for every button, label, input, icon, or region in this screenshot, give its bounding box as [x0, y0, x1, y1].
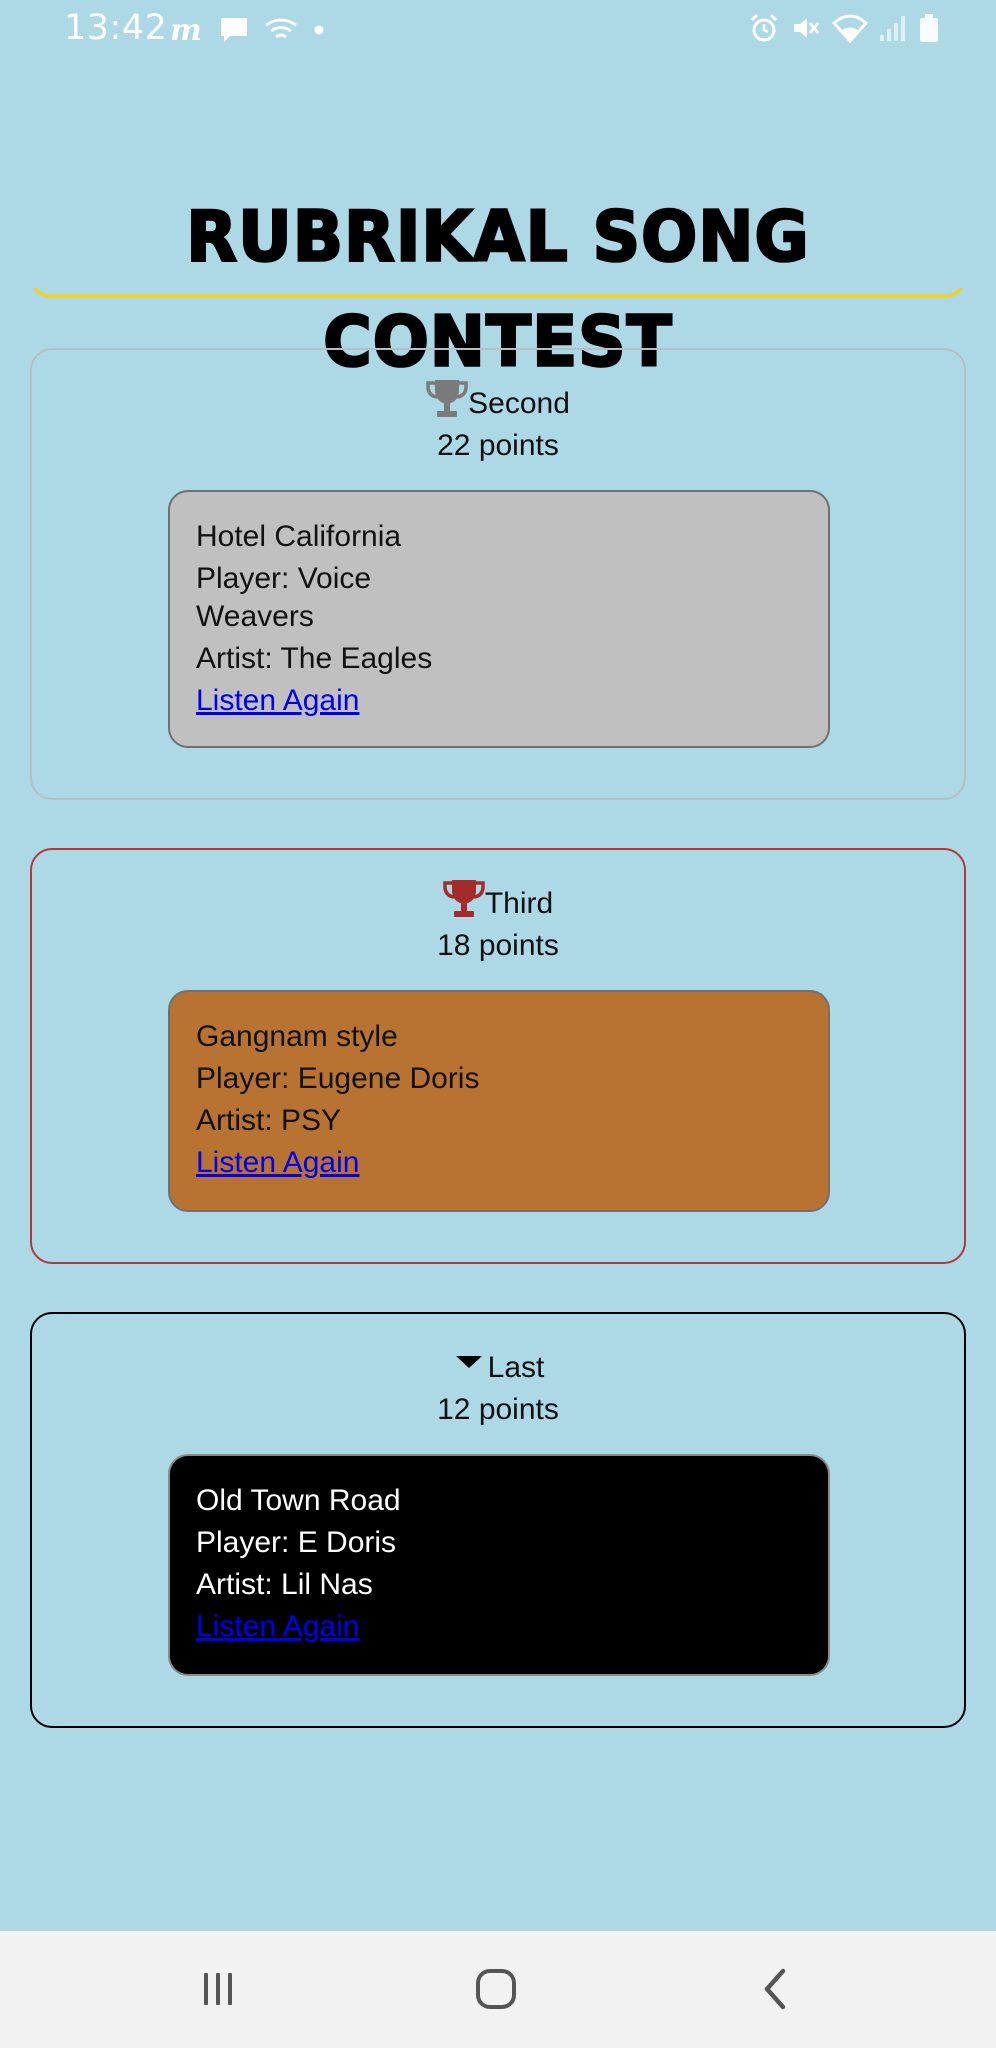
wifi-share-icon — [264, 15, 298, 45]
rank-card-third: Third 18 points Gangnam style Player: Eu… — [30, 848, 966, 1264]
points-value: 18 points — [437, 929, 559, 962]
back-button[interactable] — [746, 1963, 806, 2019]
wifi-icon — [832, 13, 868, 43]
song-player: Player: Voice Weavers — [196, 562, 372, 633]
recent-apps-icon — [198, 1969, 238, 2013]
rank-header: Second 22 points — [32, 378, 964, 466]
messenger-app-icon: m — [168, 12, 204, 48]
rank-label: Last — [487, 1351, 545, 1384]
battery-icon — [918, 12, 940, 44]
song-card: Gangnam style Player: Eugene Doris Artis… — [168, 990, 830, 1212]
dot-icon — [312, 23, 326, 37]
back-icon — [756, 1967, 796, 2015]
alarm-icon — [748, 12, 780, 44]
points-value: 22 points — [437, 429, 559, 462]
svg-text:m: m — [170, 13, 202, 48]
song-artist: Artist: The Eagles — [196, 642, 433, 675]
title-section: RUBRIKAL SONG CONTEST — [30, 190, 966, 384]
song-title: Old Town Road — [196, 1484, 401, 1517]
status-time: 13:42 — [64, 8, 168, 48]
points-value: 12 points — [437, 1393, 559, 1426]
rank-label: Second — [468, 387, 570, 420]
status-right-icons — [748, 12, 940, 44]
chat-icon — [218, 14, 250, 46]
recent-apps-button[interactable] — [188, 1963, 248, 2019]
rank-card-last: Last 12 points Old Town Road Player: E D… — [30, 1312, 966, 1728]
rank-card-second: Second 22 points Hotel California Player… — [30, 348, 966, 800]
song-title: Hotel California — [196, 520, 402, 553]
listen-again-link[interactable]: Listen Again — [196, 1142, 359, 1184]
trophy-icon — [443, 878, 485, 926]
song-title: Gangnam style — [196, 1020, 398, 1053]
listen-again-link[interactable]: Listen Again — [196, 1606, 359, 1648]
home-button[interactable] — [466, 1963, 526, 2019]
song-card: Hotel California Player: Voice Weavers A… — [168, 490, 830, 748]
rank-label: Third — [484, 887, 554, 920]
mute-icon — [790, 12, 822, 44]
song-player: Player: E Doris — [196, 1526, 397, 1559]
rank-header: Third 18 points — [32, 878, 964, 966]
rank-header: Last 12 points — [32, 1342, 964, 1430]
trophy-icon — [426, 378, 468, 426]
status-bar: 13:42 m — [0, 0, 996, 62]
signal-icon — [878, 13, 908, 43]
home-icon — [474, 1967, 518, 2015]
listen-again-link[interactable]: Listen Again — [196, 680, 359, 722]
song-card: Old Town Road Player: E Doris Artist: Li… — [168, 1454, 830, 1676]
song-artist: Artist: Lil Nas — [196, 1568, 373, 1601]
song-player: Player: Eugene Doris — [196, 1062, 480, 1095]
song-artist: Artist: PSY — [196, 1104, 342, 1137]
navigation-bar — [0, 1931, 996, 2048]
caret-down-icon — [452, 1346, 488, 1390]
status-left-icons: m — [168, 12, 326, 48]
